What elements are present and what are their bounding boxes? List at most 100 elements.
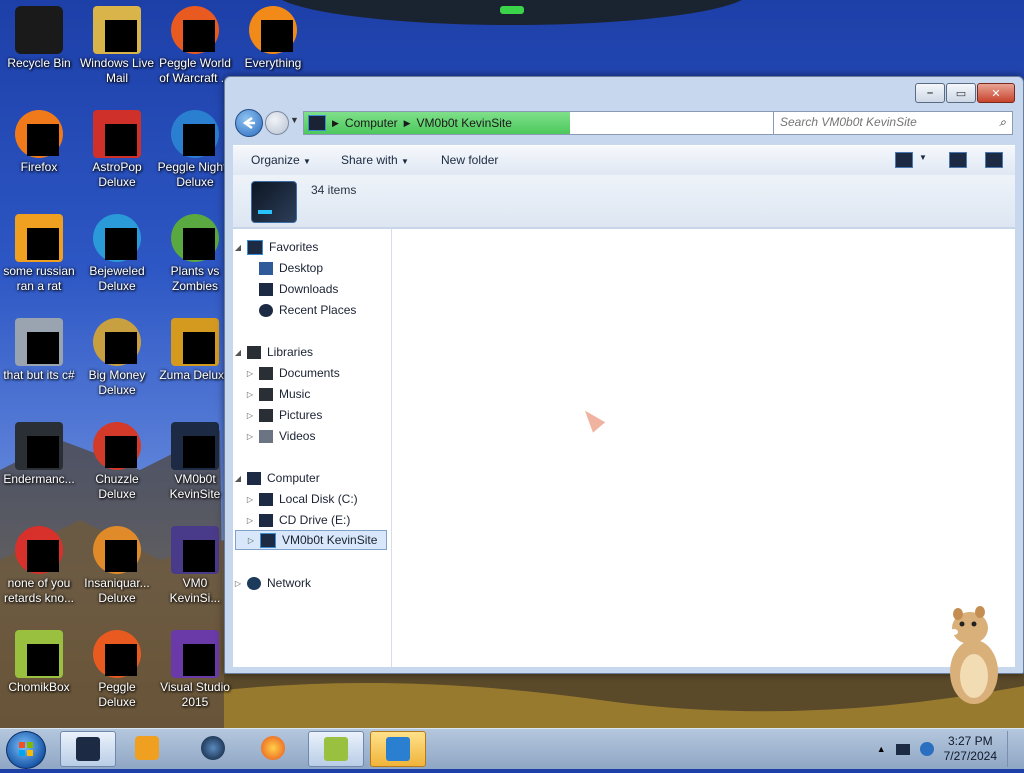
nav-label: Downloads (279, 282, 339, 296)
nav-favorites[interactable]: ◢ Favorites (233, 237, 318, 257)
clock[interactable]: 3:27 PM 7/27/2024 (944, 734, 997, 764)
downloads-icon (259, 282, 273, 296)
redacted-icon (105, 124, 137, 156)
desktop-icon-label: Recycle Bin (7, 56, 71, 70)
item-count: 34 items (311, 183, 357, 197)
desktop-icon-visual-studio[interactable]: Visual Studio 2015 (156, 630, 234, 710)
breadcrumb-location[interactable]: VM0b0t KevinSite (417, 116, 512, 130)
desktop-icon-that-but-csharp[interactable]: that but its c# (0, 318, 78, 383)
expand-icon[interactable]: ▷ (245, 432, 255, 441)
network-tray-icon[interactable] (919, 742, 934, 756)
desktop-icon-insaniquarium[interactable]: Insaniquar... Deluxe (78, 526, 156, 606)
command-bar: Organize ▼ Share with ▼ New folder ▼ (233, 145, 1015, 176)
nav-label: Computer (267, 471, 320, 485)
desktop-icon-astropop[interactable]: AstroPop Deluxe (78, 110, 156, 190)
share-with-button[interactable]: Share with ▼ (341, 153, 409, 167)
nav-computer[interactable]: ◢ Computer (233, 468, 320, 488)
recent-places-icon (259, 303, 273, 317)
nav-vm-site[interactable]: ▷ VM0b0t KevinSite (235, 530, 387, 550)
taskbar-chomikbox[interactable] (308, 731, 364, 767)
desktop-icon-big-money[interactable]: Big Money Deluxe (78, 318, 156, 398)
desktop-icon-chuzzle[interactable]: Chuzzle Deluxe (78, 422, 156, 502)
nav-local-disk[interactable]: ▷ Local Disk (C:) (245, 489, 358, 509)
start-button[interactable] (6, 731, 46, 769)
expand-icon[interactable]: ▷ (245, 411, 255, 420)
desktop-icon (259, 261, 273, 275)
desktop-icon-russian-rat[interactable]: some russian ran a rat (0, 214, 78, 294)
details-header: 34 items (233, 175, 1015, 228)
monitor-icon[interactable] (895, 743, 910, 755)
expand-icon[interactable]: ▷ (245, 390, 255, 399)
search-icon[interactable]: ⌕ (999, 115, 1006, 130)
collapse-icon[interactable]: ◢ (233, 474, 243, 483)
desktop-icon-endermanch[interactable]: Endermanc... (0, 422, 78, 487)
maximize-icon: ▭ (955, 87, 967, 100)
desktop-icon-label: Visual Studio 2015 (160, 680, 230, 709)
back-button[interactable] (235, 109, 263, 137)
nav-pictures[interactable]: ▷ Pictures (245, 405, 322, 425)
desktop-icon-everything[interactable]: Everything (234, 6, 312, 71)
taskbar-firefox[interactable] (246, 731, 300, 765)
nav-libraries[interactable]: ◢ Libraries (233, 342, 313, 362)
redacted-icon (105, 228, 137, 260)
desktop-icon-peggle-deluxe[interactable]: Peggle Deluxe (78, 630, 156, 710)
taskbar-highlighted-app[interactable] (370, 731, 426, 767)
maximize-button[interactable]: ▭ (946, 83, 976, 103)
desktop-icon-firefox[interactable]: Firefox (0, 110, 78, 175)
show-desktop-button[interactable] (1007, 731, 1018, 767)
videos-icon (259, 429, 273, 443)
nav-label: Local Disk (C:) (279, 492, 358, 506)
forward-button[interactable] (265, 111, 289, 135)
search-input[interactable] (774, 112, 992, 132)
expand-icon[interactable]: ▷ (245, 369, 255, 378)
title-bar[interactable]: – ▭ ✕ (225, 77, 1023, 107)
breadcrumb-computer[interactable]: Computer (345, 116, 398, 130)
view-options-dropdown[interactable]: ▼ (919, 153, 927, 162)
desktop-icon-zuma[interactable]: Zuma Deluxe (156, 318, 234, 383)
expand-icon[interactable]: ▷ (233, 579, 243, 588)
organize-button[interactable]: Organize ▼ (251, 153, 311, 167)
desktop-icon-label: Zuma Deluxe (159, 368, 231, 382)
nav-downloads[interactable]: Downloads (255, 279, 338, 299)
show-hidden-icons-icon[interactable]: ▲ (877, 744, 886, 754)
file-list-area[interactable] (392, 229, 1015, 667)
taskbar-media-player[interactable] (120, 731, 174, 765)
collapse-icon[interactable]: ◢ (233, 348, 243, 357)
expand-icon[interactable]: ▷ (245, 516, 255, 525)
nav-documents[interactable]: ▷ Documents (245, 363, 340, 383)
desktop-icon-windows-live-mail[interactable]: Windows Live Mail (78, 6, 156, 86)
desktop-icon-peggle-nights[interactable]: Peggle Nights Deluxe (156, 110, 234, 190)
desktop-icon-none-of-you[interactable]: none of you retards kno... (0, 526, 78, 606)
collapse-icon[interactable]: ◢ (233, 243, 243, 252)
desktop-icon-vm0-kevinsite[interactable]: VM0 KevinSi... (156, 526, 234, 606)
close-button[interactable]: ✕ (977, 83, 1015, 103)
nav-network[interactable]: ▷ Network (233, 573, 311, 593)
expand-icon[interactable]: ▷ (246, 536, 256, 545)
expand-icon[interactable]: ▷ (245, 495, 255, 504)
nav-recent-places[interactable]: Recent Places (255, 300, 356, 320)
help-icon[interactable] (985, 152, 1003, 168)
desktop-icon-vm0b0t-kevinsite[interactable]: VM0b0t KevinSite (156, 422, 234, 502)
desktop-icon-bejeweled[interactable]: Bejeweled Deluxe (78, 214, 156, 294)
redacted-icon (27, 540, 59, 572)
desktop-icon-recycle-bin[interactable]: Recycle Bin (0, 6, 78, 71)
change-view-icon[interactable] (895, 152, 913, 168)
network-drive-icon (260, 532, 276, 548)
breadcrumb-separator-icon: ▶ (332, 117, 339, 128)
navigation-bar: ▼ ▶ Computer ▶ VM0b0t KevinSite ▼ ✕ ⌕ (225, 109, 1023, 139)
taskbar-globe[interactable] (186, 731, 240, 765)
nav-cd-drive[interactable]: ▷ CD Drive (E:) (245, 510, 350, 530)
preview-pane-icon[interactable] (949, 152, 967, 168)
nav-desktop[interactable]: Desktop (255, 258, 323, 278)
nav-videos[interactable]: ▷ Videos (245, 426, 316, 446)
search-box[interactable]: ⌕ (773, 111, 1013, 135)
recent-pages-dropdown[interactable]: ▼ (290, 115, 299, 125)
taskbar-explorer[interactable] (60, 731, 116, 767)
nav-music[interactable]: ▷ Music (245, 384, 310, 404)
desktop-icon-chomikbox[interactable]: ChomikBox (0, 630, 78, 695)
minimize-button[interactable]: – (915, 83, 945, 103)
desktop-icon-peggle-wow[interactable]: Peggle World of Warcraft ... (156, 6, 234, 86)
nav-label: Libraries (267, 345, 314, 359)
new-folder-button[interactable]: New folder (441, 153, 498, 167)
desktop-icon-plants-vs-zombies[interactable]: Plants vs Zombies (156, 214, 234, 294)
